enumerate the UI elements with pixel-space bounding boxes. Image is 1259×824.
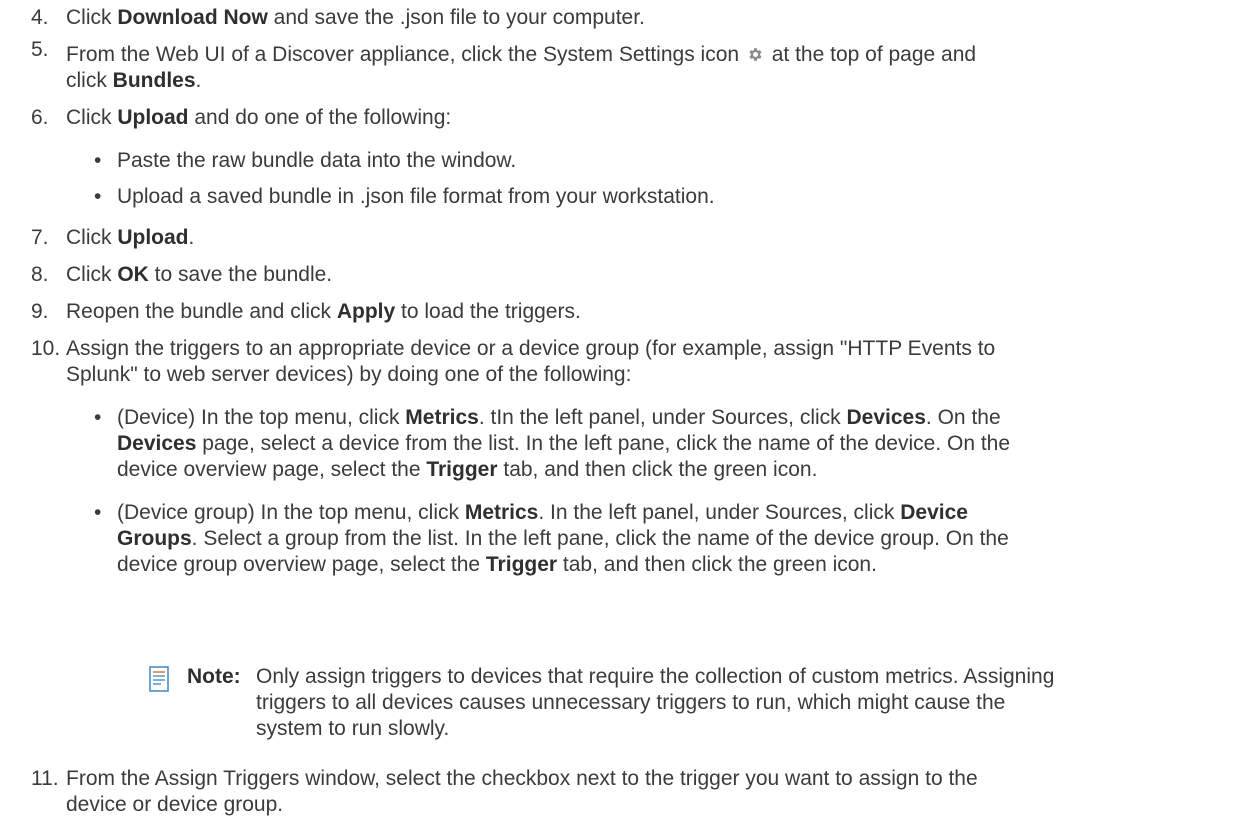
step-10-device-line-1: (Device) In the top menu, click Metrics.… (117, 406, 1001, 429)
step-11-line-1: From the Assign Triggers window, select … (66, 767, 978, 790)
step-10-group-line-2: Groups. Select a group from the list. In… (117, 527, 1009, 550)
step-number: 11. (31, 767, 59, 790)
step-4-text: Click Download Now and save the .json fi… (66, 6, 645, 29)
step-6-bullet-1: Paste the raw bundle data into the windo… (117, 149, 517, 172)
step-10-line-1: Assign the triggers to an appropriate de… (66, 337, 996, 360)
step-10-line-2: Splunk" to web server devices) by doing … (66, 363, 632, 386)
step-10-device-line-3: device overview page, select the Trigger… (117, 458, 818, 481)
note-label: Note: (187, 665, 241, 688)
step-number: 5. (31, 38, 49, 61)
step-10-group-line-1: (Device group) In the top menu, click Me… (117, 501, 968, 524)
step-11-line-2: device or device group. (66, 793, 284, 816)
step-number: 7. (31, 226, 49, 249)
bullet: • (94, 406, 102, 429)
step-5-line-2: click Bundles. (66, 69, 202, 92)
step-5-line-1: From the Web UI of a Discover appliance,… (66, 42, 976, 70)
step-10-group-line-3: device group overview page, select the T… (117, 553, 877, 576)
step-number: 6. (31, 106, 49, 129)
step-number: 8. (31, 263, 49, 286)
step-7-text: Click Upload. (66, 226, 195, 249)
bullet: • (94, 149, 102, 172)
step-number: 9. (31, 300, 49, 323)
note-line-2: triggers to all devices causes unnecessa… (256, 691, 1006, 714)
step-9-text: Reopen the bundle and click Apply to loa… (66, 300, 581, 323)
step-8-text: Click OK to save the bundle. (66, 263, 333, 286)
step-6-bullet-2: Upload a saved bundle in .json file form… (117, 185, 715, 208)
step-number: 10. (31, 337, 61, 360)
step-number: 4. (31, 6, 49, 29)
note-icon (149, 666, 169, 698)
bullet: • (94, 185, 102, 208)
step-10-device-line-2: Devices page, select a device from the l… (117, 432, 1011, 455)
note-line-3: system to run slowly. (256, 717, 450, 740)
gear-icon (747, 44, 764, 70)
bullet: • (94, 501, 102, 524)
step-6-text: Click Upload and do one of the following… (66, 106, 452, 129)
note-line-1: Only assign triggers to devices that req… (256, 665, 1055, 688)
